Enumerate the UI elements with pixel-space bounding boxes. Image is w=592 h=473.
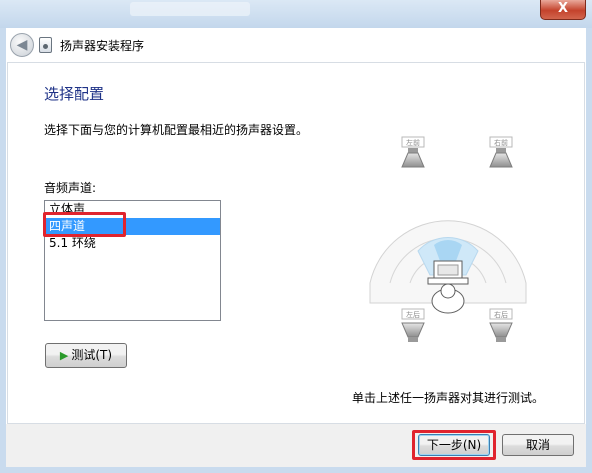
play-icon: ▶	[59, 349, 69, 362]
audio-channels-label: 音频声道:	[44, 181, 97, 195]
rear-right-speaker-icon[interactable]: 右后	[489, 308, 513, 342]
window-title: 扬声器安装程序	[60, 39, 145, 53]
rear-left-label: 左后	[406, 310, 420, 319]
page-title: 选择配置	[44, 85, 105, 103]
back-arrow-icon[interactable]: ◀	[10, 33, 34, 57]
content-panel: 选择配置 选择下面与您的计算机配置最相近的扬声器设置。 音频声道: 立体声 四声…	[7, 62, 585, 424]
dialog-footer: 下一步(N) 取消	[6, 424, 586, 467]
front-left-speaker-icon[interactable]: 左前	[401, 136, 425, 168]
list-item-surround-5-1[interactable]: 5.1 环绕	[45, 235, 220, 252]
speaker-setup-icon	[39, 37, 52, 53]
title-bar-blur	[130, 2, 250, 16]
speaker-diagram: 左前 右前 左后 右后	[369, 136, 527, 342]
front-left-label: 左前	[406, 138, 420, 147]
cancel-button[interactable]: 取消	[502, 434, 574, 456]
front-right-speaker-icon[interactable]: 右前	[489, 136, 513, 168]
window-frame-left	[0, 28, 6, 473]
monitor-screen	[437, 264, 459, 276]
instruction-text: 选择下面与您的计算机配置最相近的扬声器设置。	[44, 123, 309, 137]
window-frame-bottom	[0, 467, 592, 473]
test-hint-text: 单击上述任一扬声器对其进行测试。	[352, 391, 545, 405]
desk-icon	[427, 277, 469, 285]
rear-left-speaker-icon[interactable]: 左后	[401, 308, 425, 342]
front-right-label: 右前	[494, 138, 508, 147]
test-button[interactable]: ▶ 测试(T)	[45, 343, 127, 368]
test-button-label: 测试(T)	[71, 348, 113, 362]
listener-head	[440, 283, 456, 299]
rear-right-label: 右后	[494, 310, 508, 319]
navigation-bar: ◀ 扬声器安装程序	[6, 28, 586, 62]
close-button[interactable]: X	[540, 0, 586, 20]
annotation-highlight-box	[43, 212, 126, 237]
window-frame-right	[586, 28, 592, 473]
annotation-highlight-box	[412, 430, 496, 460]
title-bar: X	[0, 0, 592, 28]
